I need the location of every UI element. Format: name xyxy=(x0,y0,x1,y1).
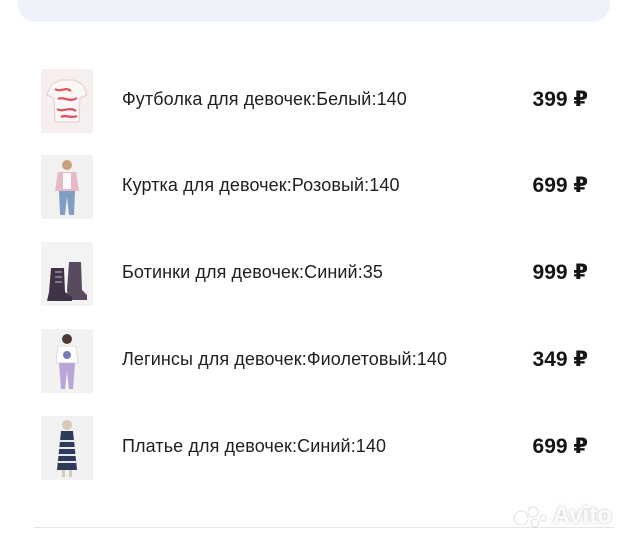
item-title: Платье для девочек:Синий:140 xyxy=(122,436,387,456)
top-card xyxy=(18,0,610,22)
item-price: 699 ₽ xyxy=(532,435,588,458)
list-item[interactable]: Футболка для девочек:Белый:140 399 ₽ xyxy=(0,69,622,137)
watermark-text: Avito xyxy=(552,502,612,529)
list-item[interactable]: Легинсы для девочек:Фиолетовый:140 349 ₽ xyxy=(0,329,622,397)
list-item[interactable]: Платье для девочек:Синий:140 699 ₽ xyxy=(0,416,622,484)
tshirt-icon xyxy=(41,69,93,133)
list-item[interactable]: Ботинки для девочек:Синий:35 999 ₽ xyxy=(0,242,622,310)
item-title: Ботинки для девочек:Синий:35 xyxy=(122,262,384,282)
jacket-icon xyxy=(41,155,93,219)
item-price: 699 ₽ xyxy=(532,174,588,197)
item-price: 349 ₽ xyxy=(532,348,588,371)
list-item[interactable]: Куртка для девочек:Розовый:140 699 ₽ xyxy=(0,155,622,223)
item-price: 399 ₽ xyxy=(532,88,588,111)
item-title: Легинсы для девочек:Фиолетовый:140 xyxy=(122,349,448,369)
avito-logo-icon xyxy=(513,506,547,528)
item-title: Куртка для девочек:Розовый:140 xyxy=(122,175,400,195)
item-title: Футболка для девочек:Белый:140 xyxy=(122,89,407,109)
dress-icon xyxy=(41,416,93,480)
leggings-icon xyxy=(41,329,93,393)
avito-watermark: Avito xyxy=(513,502,612,530)
boots-icon xyxy=(41,242,93,306)
item-price: 999 ₽ xyxy=(532,261,588,284)
